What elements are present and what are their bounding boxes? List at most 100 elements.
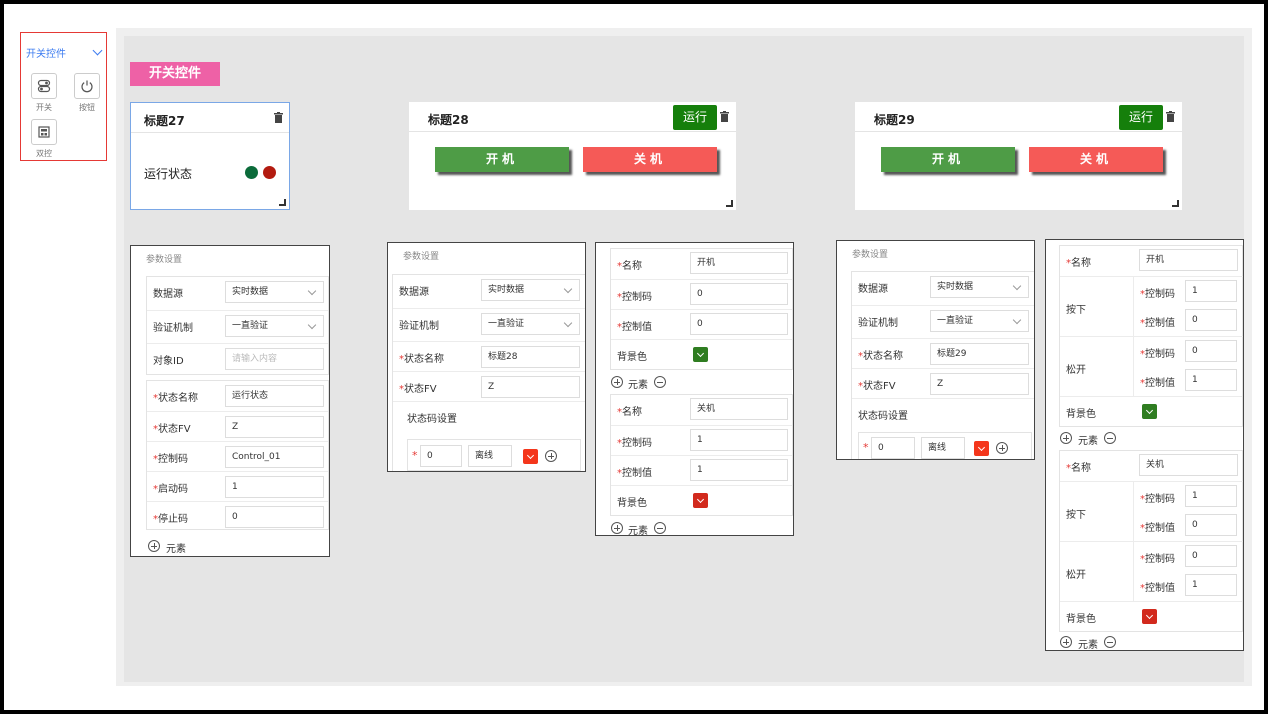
press-value-input[interactable]: 0 [1185, 309, 1237, 331]
form-row: *启动码 1 [147, 471, 328, 501]
add-element-label[interactable]: 元素 [1078, 432, 1098, 447]
button-group-off: *名称 关机 *控制码 1 *控制值 1 背景色 [610, 394, 793, 516]
field-label: *状态名称 [858, 351, 903, 362]
form-row: 状态码设置 [852, 398, 1034, 428]
add-element-label[interactable]: 元素 [628, 376, 648, 391]
form-row: *控制码 1 [611, 425, 792, 455]
control-value-input[interactable]: 1 [690, 459, 788, 481]
trash-icon[interactable] [274, 112, 283, 123]
resize-handle[interactable] [726, 200, 733, 207]
field-label: *名称 [617, 261, 642, 272]
object-id-input[interactable]: 请输入内容 [225, 348, 324, 370]
control-value-input[interactable]: 0 [690, 313, 788, 335]
palette-item-dual[interactable]: 双控 [30, 119, 58, 159]
release-value-input[interactable]: 1 [1185, 574, 1237, 596]
resize-handle[interactable] [279, 199, 286, 206]
release-code-input[interactable]: 0 [1185, 340, 1237, 362]
remove-circle-icon[interactable] [1104, 432, 1116, 444]
verify-select[interactable]: 一直验证 [930, 310, 1029, 332]
control-code-input[interactable]: 1 [690, 429, 788, 451]
run-button[interactable]: 运行 [673, 105, 717, 130]
press-code-input[interactable]: 1 [1185, 485, 1237, 507]
button-widget[interactable]: 标题28 运行 开机 关机 [409, 102, 736, 210]
data-source-select[interactable]: 实时数据 [930, 276, 1029, 298]
state-fv-input[interactable]: Z [930, 373, 1029, 395]
field-label: *启动码 [153, 484, 188, 495]
form-row: 数据源 实时数据 [147, 277, 328, 307]
add-circle-icon[interactable] [611, 376, 623, 388]
control-code-input[interactable]: Control_01 [225, 446, 324, 468]
data-source-select[interactable]: 实时数据 [225, 281, 324, 303]
power-on-button[interactable]: 开机 [435, 147, 569, 172]
add-circle-icon[interactable] [1060, 432, 1072, 444]
switch-widget[interactable]: 标题27 运行状态 [130, 102, 290, 210]
control-code-input[interactable]: 0 [690, 283, 788, 305]
state-name-input[interactable]: 标题28 [481, 346, 580, 368]
status-code-input[interactable]: 0 [420, 445, 462, 467]
button-widget[interactable]: 标题29 运行 开机 关机 [855, 102, 1182, 210]
release-code-input[interactable]: 0 [1185, 545, 1237, 567]
verify-select[interactable]: 一直验证 [225, 315, 324, 337]
form-row: 数据源 实时数据 [852, 272, 1034, 302]
state-name-input[interactable]: 标题29 [930, 343, 1029, 365]
trash-icon[interactable] [720, 111, 729, 122]
remove-circle-icon[interactable] [1104, 636, 1116, 648]
app-frame: 开关控件 开关 按钮 双控 开关控件 标题27 运行状态 标题28 运行 开机 … [4, 4, 1264, 710]
palette-item-button[interactable]: 按钮 [73, 73, 101, 113]
form-row: 背景色 [1060, 601, 1242, 631]
widget-title: 标题27 [144, 114, 185, 128]
button-name-input[interactable]: 关机 [1139, 454, 1238, 476]
add-circle-icon[interactable] [1060, 636, 1072, 648]
field-label: 对象ID [153, 356, 184, 367]
release-value-input[interactable]: 1 [1185, 369, 1237, 391]
color-picker[interactable] [1142, 404, 1157, 419]
button-name-input[interactable]: 开机 [690, 252, 788, 274]
color-picker[interactable] [693, 347, 708, 362]
data-source-select[interactable]: 实时数据 [481, 279, 580, 301]
button-name-input[interactable]: 关机 [690, 398, 788, 420]
add-circle-icon[interactable] [545, 450, 557, 462]
status-text-input[interactable]: 离线 [921, 437, 965, 459]
start-code-input[interactable]: 1 [225, 476, 324, 498]
color-picker[interactable] [693, 493, 708, 508]
state-group: 数据源 实时数据 验证机制 一直验证 *状态名称 标题29 *状态FV Z 状态码设置 … [851, 271, 1034, 459]
verify-select[interactable]: 一直验证 [481, 313, 580, 335]
select-value: 一直验证 [488, 319, 525, 329]
field-label: *状态FV [153, 424, 191, 435]
add-circle-icon[interactable] [996, 442, 1008, 454]
stop-code-input[interactable]: 0 [225, 506, 324, 528]
color-picker[interactable] [1142, 609, 1157, 624]
power-off-button[interactable]: 关机 [583, 147, 717, 172]
remove-circle-icon[interactable] [654, 376, 666, 388]
status-text-input[interactable]: 离线 [468, 445, 512, 467]
palette-title[interactable]: 开关控件 [26, 45, 66, 60]
dual-control-icon [31, 119, 57, 145]
add-element-label[interactable]: 元素 [1078, 636, 1098, 650]
form-row: *状态名称 运行状态 [147, 381, 328, 411]
add-element-label[interactable]: 元素 [628, 522, 648, 535]
color-picker[interactable] [523, 449, 538, 464]
power-off-button[interactable]: 关机 [1029, 147, 1163, 172]
press-value-input[interactable]: 0 [1185, 514, 1237, 536]
chevron-down-icon[interactable] [92, 45, 103, 56]
state-fv-input[interactable]: Z [481, 376, 580, 398]
field-label: *控制码 [1140, 494, 1175, 505]
palette-item-switch[interactable]: 开关 [30, 73, 58, 113]
press-code-input[interactable]: 1 [1185, 280, 1237, 302]
color-picker[interactable] [974, 441, 989, 456]
select-value: 一直验证 [232, 321, 269, 331]
add-circle-icon[interactable] [611, 522, 623, 534]
add-circle-icon[interactable] [148, 540, 160, 552]
run-button[interactable]: 运行 [1119, 105, 1163, 130]
add-element-label[interactable]: 元素 [166, 540, 186, 555]
power-on-button[interactable]: 开机 [881, 147, 1015, 172]
status-code-input[interactable]: 0 [871, 437, 915, 459]
state-name-input[interactable]: 运行状态 [225, 385, 324, 407]
state-fv-input[interactable]: Z [225, 416, 324, 438]
chevron-down-icon [1012, 315, 1022, 325]
status-on-indicator [245, 166, 258, 179]
resize-handle[interactable] [1172, 200, 1179, 207]
trash-icon[interactable] [1166, 111, 1175, 122]
remove-circle-icon[interactable] [654, 522, 666, 534]
button-name-input[interactable]: 开机 [1139, 249, 1238, 271]
